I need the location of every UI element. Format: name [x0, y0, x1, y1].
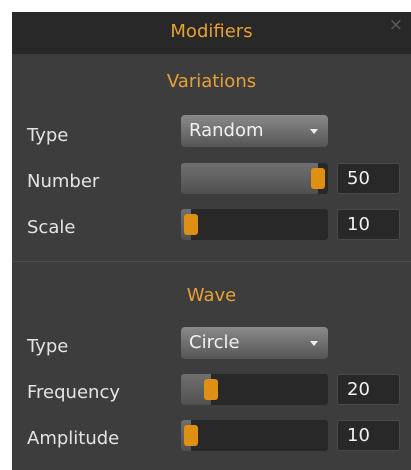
- variations-number-slider[interactable]: [181, 163, 328, 194]
- variations-type-dropdown[interactable]: Random: [181, 115, 328, 147]
- variations-heading: Variations: [166, 71, 257, 92]
- chevron-down-icon: [310, 129, 318, 134]
- slider-handle[interactable]: [184, 425, 198, 446]
- wave-amplitude-input[interactable]: 10: [337, 420, 400, 451]
- wave-frequency-slider[interactable]: [181, 374, 328, 405]
- variations-number-label: Number: [27, 171, 100, 192]
- variations-type-label: Type: [27, 125, 69, 146]
- slider-handle[interactable]: [204, 379, 219, 400]
- wave-amplitude-label: Amplitude: [27, 428, 120, 449]
- slider-handle[interactable]: [184, 214, 198, 235]
- wave-frequency-input[interactable]: 20: [337, 374, 400, 405]
- panel-titlebar[interactable]: Modifiers ×: [12, 12, 411, 54]
- modifiers-panel: Modifiers × Variations Type Random Numbe…: [12, 12, 411, 470]
- slider-handle[interactable]: [311, 168, 325, 189]
- wave-type-dropdown[interactable]: Circle: [181, 327, 328, 359]
- panel-title: Modifiers: [170, 21, 253, 42]
- close-icon[interactable]: ×: [389, 15, 403, 35]
- variations-number-input[interactable]: 50: [337, 163, 400, 194]
- wave-type-label: Type: [27, 336, 69, 357]
- wave-type-value: Circle: [189, 332, 240, 353]
- wave-heading: Wave: [186, 285, 237, 306]
- variations-scale-input[interactable]: 10: [337, 209, 400, 240]
- variations-scale-label: Scale: [27, 217, 76, 238]
- section-divider: [12, 261, 411, 262]
- wave-amplitude-slider[interactable]: [181, 420, 328, 451]
- variations-type-value: Random: [189, 120, 264, 141]
- chevron-down-icon: [310, 341, 318, 346]
- wave-frequency-label: Frequency: [27, 382, 120, 403]
- slider-fill: [181, 163, 318, 194]
- variations-scale-slider[interactable]: [181, 209, 328, 240]
